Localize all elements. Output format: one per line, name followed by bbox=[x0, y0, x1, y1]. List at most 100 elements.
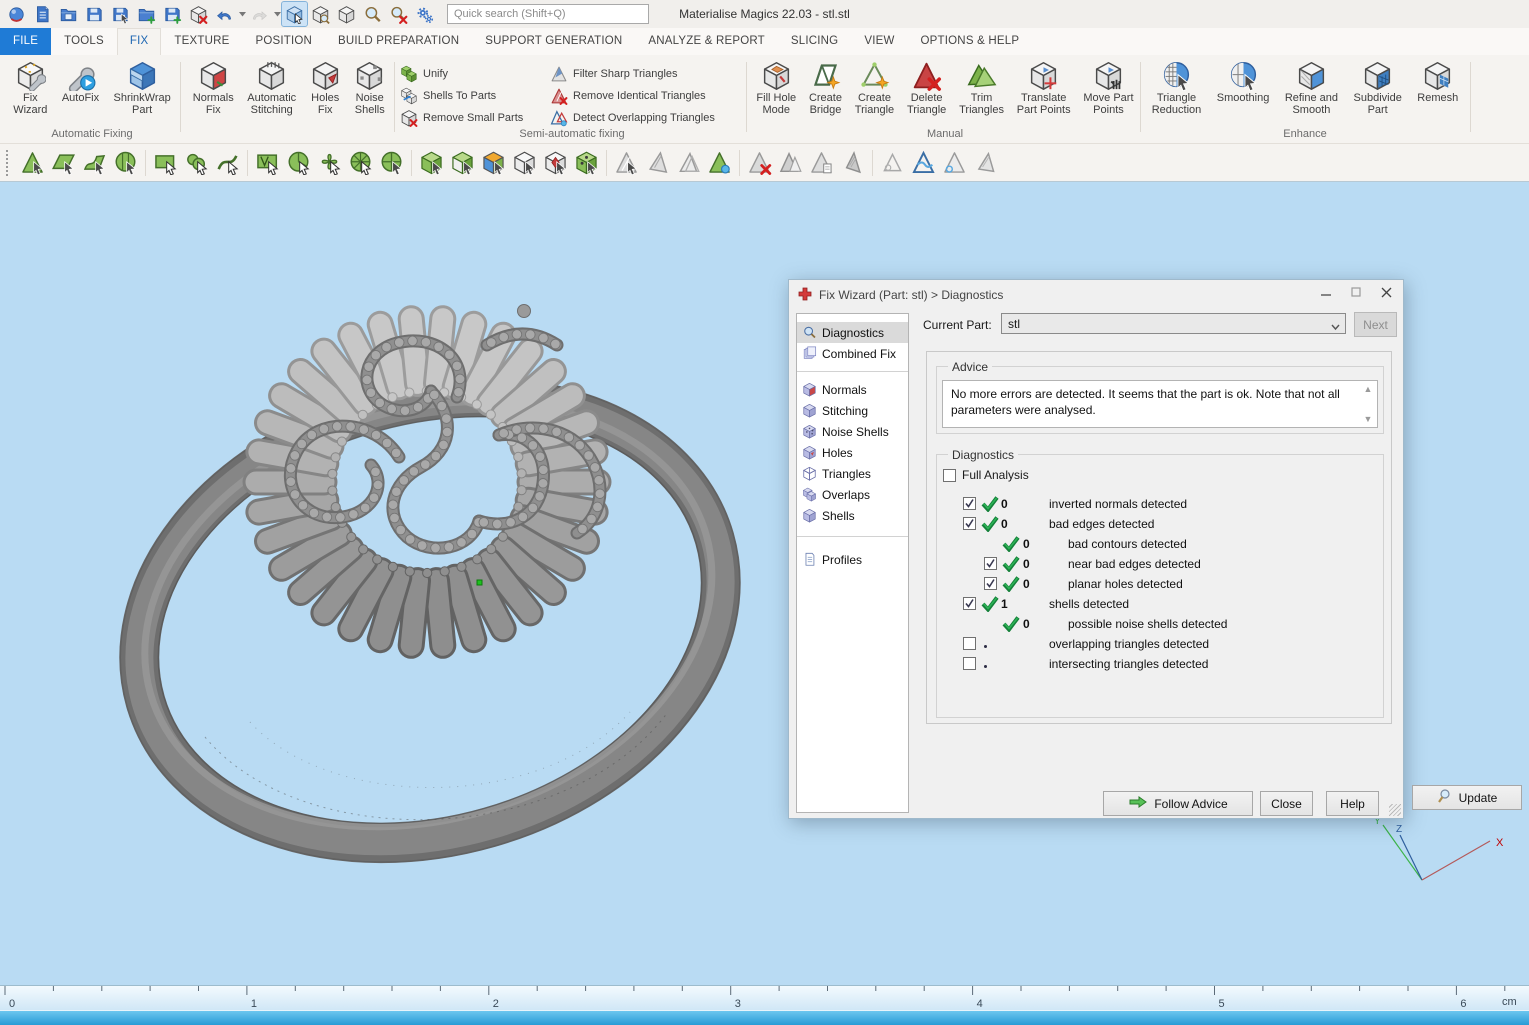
wizard-page-noise-shells[interactable]: Noise Shells bbox=[797, 421, 908, 442]
ribbon-button-move-part-points[interactable]: Move Part Points bbox=[1081, 59, 1135, 118]
smooth-triangle-icon[interactable] bbox=[909, 148, 938, 177]
full-analysis-checkbox[interactable] bbox=[943, 469, 956, 482]
diagnostic-checkbox[interactable] bbox=[984, 577, 997, 590]
remove-part-icon[interactable] bbox=[186, 2, 211, 26]
magics-logo-icon[interactable] bbox=[4, 2, 29, 26]
help-button[interactable]: Help bbox=[1326, 791, 1379, 816]
point-triangle-icon[interactable] bbox=[940, 148, 969, 177]
tab-slicing[interactable]: SLICING bbox=[778, 28, 851, 55]
brush-marking-icon[interactable] bbox=[284, 148, 313, 177]
ribbon-button-normals-fix[interactable]: Normals Fix bbox=[191, 59, 236, 118]
ribbon-button-translate-part-points[interactable]: Translate Part Points bbox=[1015, 59, 1073, 118]
tab-view[interactable]: VIEW bbox=[851, 28, 907, 55]
wizard-page-shells[interactable]: Shells bbox=[797, 505, 908, 526]
ribbon-button-delete-triangle[interactable]: Delete Triangle bbox=[905, 59, 948, 118]
ribbon-button-subdivide-part[interactable]: Subdivide Part bbox=[1352, 59, 1404, 118]
undo-icon[interactable] bbox=[212, 2, 237, 26]
scroll-down-icon[interactable]: ▼ bbox=[1361, 412, 1375, 426]
open-file-icon[interactable] bbox=[56, 2, 81, 26]
ribbon-button-create-bridge[interactable]: Create Bridge bbox=[807, 59, 844, 118]
mark-part-icon[interactable] bbox=[417, 148, 446, 177]
ribbon-button-remesh[interactable]: Remesh bbox=[1415, 59, 1460, 105]
wizard-page-normals[interactable]: Normals bbox=[797, 379, 908, 400]
dropdown-caret-icon[interactable] bbox=[238, 2, 246, 26]
ribbon-button-automatic-stitching[interactable]: Automatic Stitching bbox=[245, 59, 298, 118]
redo-icon[interactable] bbox=[247, 2, 272, 26]
ribbon-button-fill-hole-mode[interactable]: Fill Hole Mode bbox=[754, 59, 798, 118]
mark-surface-icon[interactable] bbox=[448, 148, 477, 177]
sector-marking-icon[interactable] bbox=[377, 148, 406, 177]
rectangle-selection-icon[interactable] bbox=[151, 148, 180, 177]
tab-fix[interactable]: FIX bbox=[117, 28, 162, 55]
tab-support-generation[interactable]: SUPPORT GENERATION bbox=[472, 28, 635, 55]
sharp-triangle-icon[interactable] bbox=[643, 148, 672, 177]
outline-triangle-icon[interactable] bbox=[878, 148, 907, 177]
diagnostic-checkbox[interactable] bbox=[963, 517, 976, 530]
close-button[interactable]: Close bbox=[1260, 791, 1313, 816]
zoom-part-icon[interactable] bbox=[308, 2, 333, 26]
dropdown-caret-icon[interactable] bbox=[273, 2, 281, 26]
diagnostic-checkbox[interactable] bbox=[963, 597, 976, 610]
close-window-button[interactable] bbox=[1371, 281, 1401, 303]
ribbon-button-unify[interactable]: Unify bbox=[400, 63, 546, 85]
minimize-button[interactable] bbox=[1311, 281, 1341, 303]
current-part-select[interactable]: stl bbox=[1001, 313, 1346, 334]
diagnostic-checkbox[interactable] bbox=[963, 497, 976, 510]
overhang-triangle-icon[interactable] bbox=[705, 148, 734, 177]
tab-file[interactable]: FILE bbox=[0, 28, 51, 55]
dialog-titlebar[interactable]: Fix Wizard (Part: stl) > Diagnostics bbox=[789, 280, 1403, 310]
tab-texture[interactable]: TEXTURE bbox=[161, 28, 242, 55]
settings-gears-icon[interactable] bbox=[412, 2, 437, 26]
view-part-icon[interactable] bbox=[334, 2, 359, 26]
flip-triangle-icon[interactable] bbox=[971, 148, 1000, 177]
update-button[interactable]: Update bbox=[1412, 785, 1522, 810]
diagnostic-checkbox[interactable] bbox=[963, 637, 976, 650]
toolbar-drag-handle[interactable] bbox=[6, 150, 13, 176]
mark-colored-part-icon[interactable] bbox=[479, 148, 508, 177]
disc-marking-icon[interactable] bbox=[346, 148, 375, 177]
propagate-marking-icon[interactable] bbox=[315, 148, 344, 177]
resize-grip[interactable] bbox=[1389, 804, 1401, 816]
next-button[interactable]: Next bbox=[1354, 312, 1397, 337]
tab-tools[interactable]: TOOLS bbox=[51, 28, 117, 55]
new-file-icon[interactable] bbox=[30, 2, 55, 26]
select-part-icon[interactable] bbox=[282, 2, 307, 26]
delete-marked-icon[interactable] bbox=[745, 148, 774, 177]
mark-collision-icon[interactable] bbox=[541, 148, 570, 177]
tab-analyze-report[interactable]: ANALYZE & REPORT bbox=[635, 28, 778, 55]
ribbon-button-holes-fix[interactable]: Holes Fix bbox=[308, 59, 343, 118]
export-part-icon[interactable] bbox=[160, 2, 185, 26]
scroll-up-icon[interactable]: ▲ bbox=[1361, 382, 1375, 396]
zoom-in-icon[interactable] bbox=[360, 2, 385, 26]
ribbon-button-trim-triangles[interactable]: Trim Triangles bbox=[957, 59, 1006, 118]
mark-plane-icon[interactable] bbox=[49, 148, 78, 177]
tab-position[interactable]: POSITION bbox=[242, 28, 325, 55]
tab-options-help[interactable]: OPTIONS & HELP bbox=[908, 28, 1033, 55]
wizard-page-stitching[interactable]: Stitching bbox=[797, 400, 908, 421]
mark-triangle-icon[interactable] bbox=[18, 148, 47, 177]
invert-marked-icon[interactable] bbox=[776, 148, 805, 177]
curve-selection-icon[interactable] bbox=[213, 148, 242, 177]
unmark-part-icon[interactable] bbox=[510, 148, 539, 177]
wizard-page-triangles[interactable]: Triangles bbox=[797, 463, 908, 484]
mark-noise-icon[interactable] bbox=[572, 148, 601, 177]
viewport-3d[interactable]: Y Z X Fix Wizard (Part: stl) > Diagnosti… bbox=[0, 182, 1529, 1025]
diagnostic-checkbox[interactable] bbox=[984, 557, 997, 570]
window-marking-icon[interactable] bbox=[253, 148, 282, 177]
ribbon-button-filter-sharp-triangles[interactable]: Filter Sharp Triangles bbox=[550, 63, 746, 85]
save-as-icon[interactable] bbox=[108, 2, 133, 26]
ribbon-button-fix-wizard[interactable]: Fix Wizard bbox=[11, 59, 49, 118]
ribbon-button-shells-to-parts[interactable]: Shells To Parts bbox=[400, 85, 546, 107]
copy-marked-icon[interactable] bbox=[807, 148, 836, 177]
ribbon-button-noise-shells[interactable]: Noise Shells bbox=[352, 59, 387, 118]
follow-advice-button[interactable]: Follow Advice bbox=[1103, 791, 1253, 816]
tab-build-preparation[interactable]: BUILD PREPARATION bbox=[325, 28, 472, 55]
import-part-icon[interactable] bbox=[134, 2, 159, 26]
maximize-button[interactable] bbox=[1341, 281, 1371, 303]
search-input[interactable] bbox=[447, 4, 649, 24]
wizard-page-diagnostics[interactable]: Diagnostics bbox=[797, 322, 908, 343]
diagnostic-checkbox[interactable] bbox=[963, 657, 976, 670]
freeform-selection-icon[interactable] bbox=[182, 148, 211, 177]
ribbon-button-smoothing[interactable]: Smoothing bbox=[1215, 59, 1272, 105]
ribbon-button-refine-and-smooth[interactable]: Refine and Smooth bbox=[1283, 59, 1340, 118]
